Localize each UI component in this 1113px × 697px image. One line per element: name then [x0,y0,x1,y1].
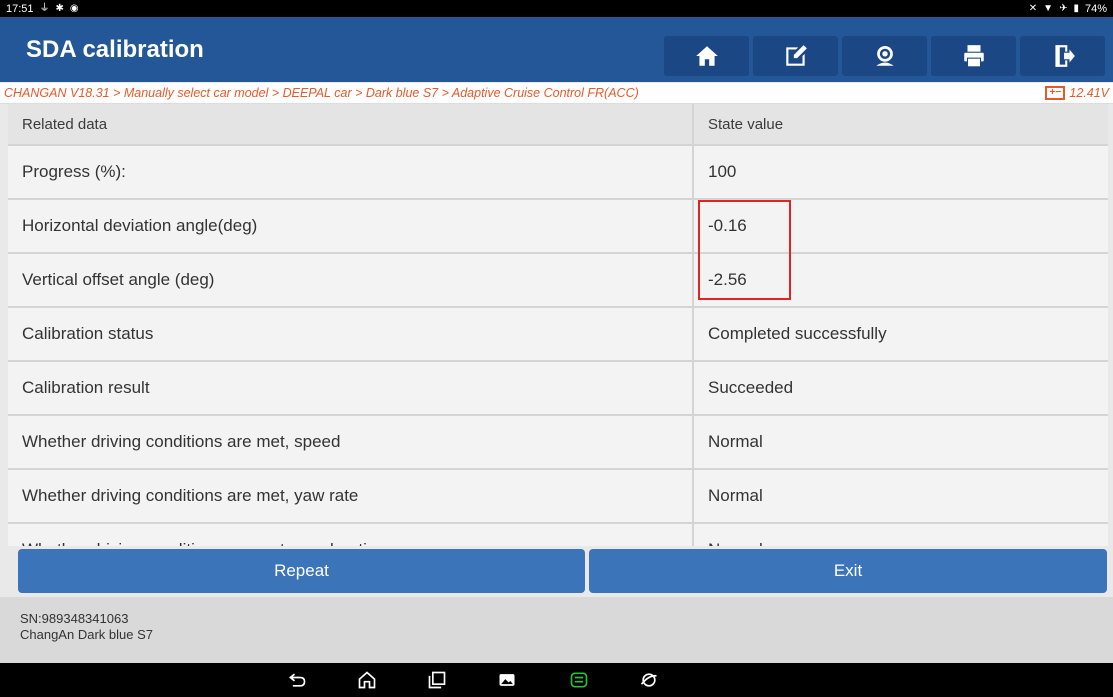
user-support-icon [875,45,894,66]
mute-icon: ✕ [1028,2,1038,14]
android-nav-bar [0,663,1113,697]
chat-icon: ◉ [69,2,79,14]
support-button[interactable] [842,36,927,76]
home-nav-icon[interactable] [355,669,379,691]
row-value: -2.56 [708,270,747,289]
table-row: Whether driving conditions are met, spee… [8,416,1108,470]
table-row: Calibration result Succeeded [8,362,1108,416]
column-header-related-data: Related data [8,104,694,144]
app-title-bar: SDA calibration [0,17,1113,82]
action-bar: Repeat Exit [0,549,1113,595]
row-value: Completed successfully [708,324,887,343]
table-row: Calibration status Completed successfull… [8,308,1108,362]
android-status-bar: 17:51 ⏚ ✱ ◉ ✕ ▼ ✈ ▮ 74% [0,0,1113,17]
home-icon [695,46,718,66]
battery-icon: ▮ [1073,2,1079,14]
toolbar [664,36,1105,76]
row-label: Calibration status [8,308,694,360]
row-label: Whether driving conditions are met, yaw … [8,470,694,522]
voltage-value: 12.41V [1069,86,1109,100]
vehicle-name: ChangAn Dark blue S7 [20,627,153,642]
row-label: Vertical offset angle (deg) [8,254,694,306]
screenshot-icon[interactable] [495,669,519,691]
serial-number: SN:989348341063 [20,611,129,626]
column-header-state-value: State value [708,115,784,133]
table-row: Vertical offset angle (deg) -2.56 [8,254,1108,308]
print-button[interactable] [931,36,1016,76]
airplane-icon: ✈ [1059,2,1068,14]
exit-button[interactable]: Exit [589,549,1107,593]
home-button[interactable] [664,36,749,76]
vci-icon[interactable] [567,669,591,691]
row-label: Calibration result [8,362,694,414]
exit-icon [1054,45,1075,67]
repeat-button[interactable]: Repeat [18,549,585,593]
table-row: Whether driving conditions are met, acce… [8,524,1108,546]
usb-icon: ⏚ [39,2,50,14]
breadcrumb: CHANGAN V18.31 > Manually select car mod… [0,83,1113,104]
table-row: Horizontal deviation angle(deg) -0.16 [8,200,1108,254]
table-row: Progress (%): 100 [8,146,1108,200]
exit-app-button[interactable] [1020,36,1105,76]
row-label: Whether driving conditions are met, spee… [8,416,694,468]
footer-info: SN:989348341063 ChangAn Dark blue S7 [0,597,1113,663]
browser-icon[interactable] [637,669,661,691]
back-icon[interactable] [285,669,309,691]
battery-level: 74% [1084,2,1107,15]
row-value: Normal [708,432,763,451]
table-header: Related data State value [8,104,1108,146]
row-label: Progress (%): [8,146,694,198]
recent-apps-icon[interactable] [425,669,449,691]
row-value: -0.16 [708,216,747,235]
breadcrumb-path: CHANGAN V18.31 > Manually select car mod… [4,86,639,100]
wifi-icon: ▼ [1043,2,1054,14]
status-time: 17:51 [6,2,34,15]
bluetooth-icon: ✱ [55,2,64,14]
table-row: Whether driving conditions are met, yaw … [8,470,1108,524]
row-value: Succeeded [708,378,794,397]
row-value: 100 [708,162,737,181]
row-value: Normal [694,524,1108,546]
row-label: Horizontal deviation angle(deg) [8,200,694,252]
voltage-indicator: +− 12.41V [1045,86,1113,100]
edit-button[interactable] [753,36,838,76]
row-value: Normal [708,486,763,505]
edit-icon [785,45,807,66]
print-icon [963,45,984,68]
car-battery-icon: +− [1045,86,1066,100]
row-label: Whether driving conditions are met, acce… [8,524,694,546]
page-title: SDA calibration [26,35,204,63]
data-table[interactable]: Related data State value Progress (%): 1… [8,104,1108,546]
